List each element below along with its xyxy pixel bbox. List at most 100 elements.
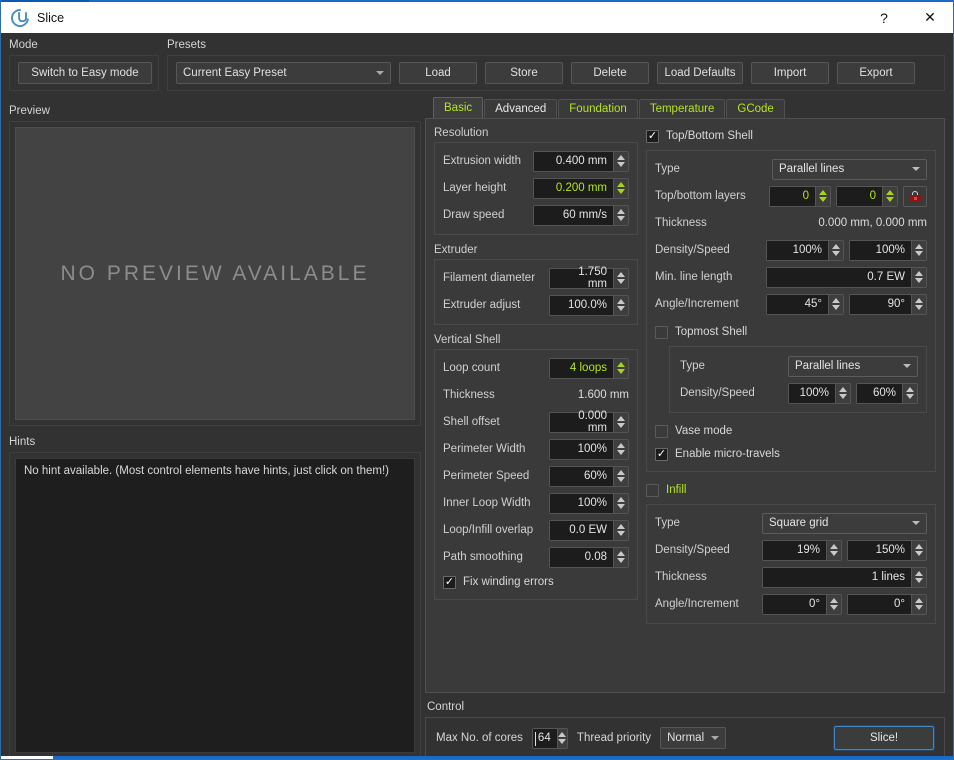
tb-min-line-length-stepper[interactable]: 0.7 EW: [766, 266, 927, 288]
perimeter-speed-stepper[interactable]: 60%: [549, 465, 629, 487]
shell-offset-stepper[interactable]: 0.000 mm: [549, 410, 629, 434]
vase-mode-checkbox[interactable]: [655, 424, 668, 438]
inner-loop-width-stepper[interactable]: 100%: [549, 492, 629, 514]
thread-priority-select[interactable]: Normal: [660, 727, 727, 749]
infill-density-stepper[interactable]: 19%: [762, 539, 842, 561]
tab-foundation[interactable]: Foundation: [558, 99, 638, 118]
spinner-arrows-icon[interactable]: [613, 268, 628, 288]
preset-select[interactable]: Current Easy Preset: [176, 62, 391, 84]
loop-count-stepper[interactable]: 4 loops: [549, 357, 629, 379]
infill-thickness-stepper[interactable]: 1 lines: [762, 566, 927, 588]
tb-density-stepper[interactable]: 100%: [766, 239, 844, 261]
close-button[interactable]: ✕: [907, 1, 953, 34]
top-bottom-shell-checkbox[interactable]: ✓: [646, 129, 659, 143]
tb-speed-stepper[interactable]: 100%: [849, 239, 927, 261]
spinner-arrows-icon[interactable]: [613, 520, 628, 540]
spinner-arrows-icon[interactable]: [613, 439, 628, 459]
micro-travels-checkbox[interactable]: ✓: [655, 447, 668, 461]
preset-delete-button[interactable]: Delete: [571, 62, 649, 84]
spinner-arrows-icon[interactable]: [828, 240, 843, 260]
spinner-arrows-icon[interactable]: [882, 186, 897, 206]
infill-checkbox[interactable]: [646, 483, 659, 497]
tm-density-stepper[interactable]: 100%: [788, 382, 851, 404]
max-cores-input[interactable]: 64: [531, 727, 568, 749]
tab-advanced[interactable]: Advanced: [484, 99, 558, 118]
spinner-arrows-icon[interactable]: [556, 728, 567, 748]
spinner-arrows-icon[interactable]: [613, 412, 628, 432]
row-draw-speed: Draw speed 60 mm/s: [443, 204, 629, 226]
tb-thickness-value: 0.000 mm, 0.000 mm: [818, 217, 927, 229]
spinner-arrows-icon[interactable]: [902, 383, 917, 403]
spinner-arrows-icon[interactable]: [613, 493, 628, 513]
draw-speed-stepper[interactable]: 60 mm/s: [533, 204, 629, 226]
tab-gcode[interactable]: GCode: [726, 99, 785, 118]
spinner-arrows-icon[interactable]: [613, 358, 628, 378]
spinner-arrows-icon[interactable]: [911, 240, 926, 260]
spinner-arrows-icon[interactable]: [613, 466, 628, 486]
spinner-arrows-icon[interactable]: [613, 205, 628, 225]
spinner-arrows-icon[interactable]: [613, 178, 628, 198]
row-inner-loop-width: Inner Loop Width 100%: [443, 492, 629, 514]
infill-increment-stepper[interactable]: 0°: [847, 593, 927, 615]
spinner-arrows-icon[interactable]: [613, 151, 628, 171]
fix-winding-errors-checkbox[interactable]: ✓: [443, 575, 456, 589]
tb-layers-lock-button[interactable]: [903, 185, 927, 207]
tb-increment-stepper[interactable]: 90°: [849, 293, 927, 315]
extrusion-width-label: Extrusion width: [443, 155, 521, 167]
perimeter-width-stepper[interactable]: 100%: [549, 438, 629, 460]
tm-speed-value: 60%: [857, 383, 902, 403]
filament-diameter-stepper[interactable]: 1.750 mm: [549, 266, 629, 290]
tb-angle-stepper[interactable]: 45°: [766, 293, 844, 315]
preset-import-button[interactable]: Import: [751, 62, 829, 84]
path-smoothing-stepper[interactable]: 0.08: [549, 546, 629, 568]
spinner-arrows-icon[interactable]: [828, 294, 843, 314]
spinner-arrows-icon[interactable]: [911, 567, 926, 587]
preset-load-button[interactable]: Load: [399, 62, 477, 84]
tb-layers-top-stepper[interactable]: 0: [769, 185, 831, 207]
draw-speed-label: Draw speed: [443, 209, 505, 221]
preset-load-defaults-button[interactable]: Load Defaults: [657, 62, 743, 84]
tb-layers-bottom-stepper[interactable]: 0: [836, 185, 898, 207]
tb-type-select[interactable]: Parallel lines: [772, 158, 927, 180]
spinner-arrows-icon[interactable]: [911, 540, 926, 560]
tab-temperature[interactable]: Temperature: [638, 99, 726, 118]
loop-infill-overlap-stepper[interactable]: 0.0 EW: [549, 519, 629, 541]
perimeter-speed-label: Perimeter Speed: [443, 470, 530, 482]
spinner-arrows-icon[interactable]: [911, 294, 926, 314]
spinner-arrows-icon[interactable]: [826, 594, 841, 614]
layer-height-stepper[interactable]: 0.200 mm: [533, 177, 629, 199]
extruder-adjust-stepper[interactable]: 100.0%: [549, 294, 629, 316]
spinner-arrows-icon[interactable]: [911, 267, 926, 287]
row-tb-layers: Top/bottom layers 0 0: [655, 185, 927, 207]
spinner-arrows-icon[interactable]: [826, 540, 841, 560]
preview-canvas[interactable]: NO PREVIEW AVAILABLE: [15, 127, 415, 420]
tm-type-select[interactable]: Parallel lines: [788, 355, 918, 377]
extrusion-width-stepper[interactable]: 0.400 mm: [533, 150, 629, 172]
spinner-arrows-icon[interactable]: [613, 547, 628, 567]
resolution-section: Resolution Extrusion width 0.400 mm Laye…: [434, 127, 638, 235]
topmost-shell-checkbox[interactable]: [655, 325, 668, 339]
spinner-arrows-icon[interactable]: [911, 594, 926, 614]
infill-type-select[interactable]: Square grid: [762, 512, 927, 534]
spinner-arrows-icon[interactable]: [835, 383, 850, 403]
extruder-adjust-label: Extruder adjust: [443, 299, 521, 311]
chevron-down-icon: [903, 364, 911, 368]
main-body: Preview NO PREVIEW AVAILABLE Hints No hi…: [1, 91, 953, 759]
infill-angle-stepper[interactable]: 0°: [762, 593, 842, 615]
tab-basic[interactable]: Basic: [433, 97, 484, 118]
slice-button[interactable]: Slice!: [833, 725, 935, 751]
preset-export-button[interactable]: Export: [837, 62, 915, 84]
infill-speed-value: 150%: [848, 540, 911, 560]
preview-placeholder-text: NO PREVIEW AVAILABLE: [60, 261, 370, 285]
switch-to-easy-mode-button[interactable]: Switch to Easy mode: [18, 62, 152, 84]
tb-speed-value: 100%: [850, 240, 911, 260]
spinner-arrows-icon[interactable]: [815, 186, 830, 206]
tb-density-value: 100%: [767, 240, 828, 260]
preset-store-button[interactable]: Store: [485, 62, 563, 84]
row-tm-type: Type Parallel lines: [680, 355, 918, 377]
tm-speed-stepper[interactable]: 60%: [856, 382, 918, 404]
top-bottom-shell-body: Type Parallel lines Top/bottom layers 0: [646, 150, 936, 472]
spinner-arrows-icon[interactable]: [613, 295, 628, 315]
infill-speed-stepper[interactable]: 150%: [847, 539, 927, 561]
help-button[interactable]: ?: [861, 1, 907, 34]
